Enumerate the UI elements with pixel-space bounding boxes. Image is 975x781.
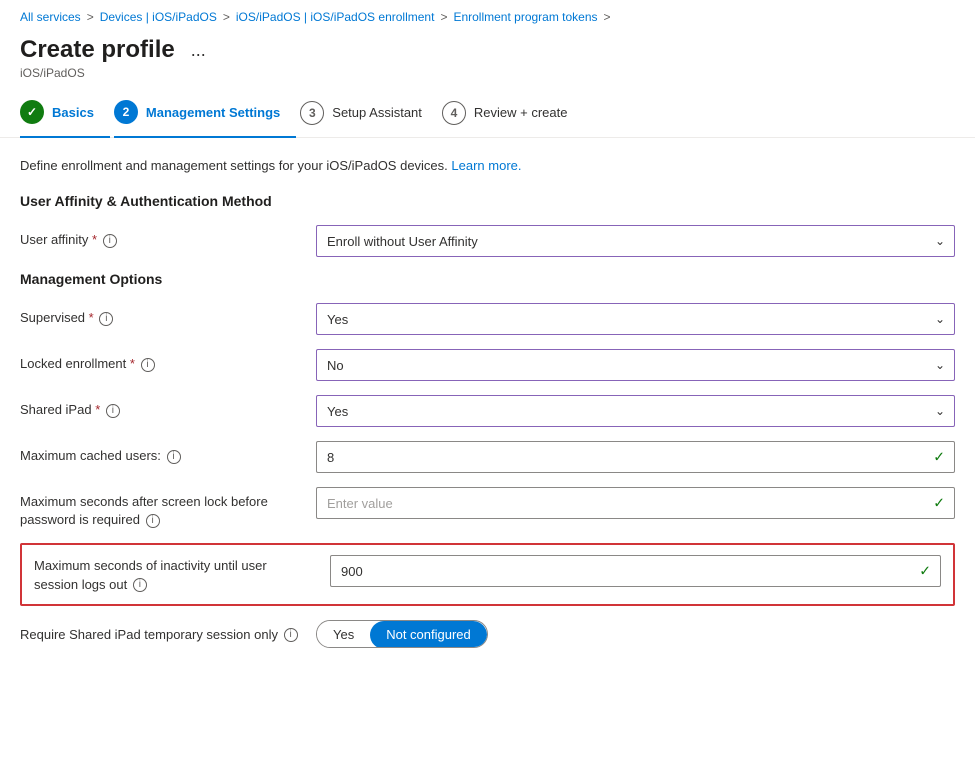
- max-cached-users-input-wrapper: ✓: [316, 441, 955, 473]
- shared-ipad-select-wrapper: Yes No ⌄: [316, 395, 955, 427]
- step-basics[interactable]: ✓ Basics: [20, 100, 110, 138]
- max-seconds-inactivity-input-wrapper: ✓: [330, 555, 941, 587]
- locked-enrollment-select[interactable]: No Yes: [316, 349, 955, 381]
- learn-more-link[interactable]: Learn more.: [451, 158, 521, 173]
- max-cached-users-input[interactable]: [316, 441, 955, 473]
- locked-enrollment-control: No Yes ⌄: [316, 349, 955, 381]
- require-shared-ipad-temp-label: Require Shared iPad temporary session on…: [20, 620, 300, 644]
- locked-enrollment-row: Locked enrollment * i No Yes ⌄: [20, 349, 955, 381]
- step-basics-label: Basics: [52, 105, 94, 120]
- user-affinity-control: Enroll without User Affinity Enroll with…: [316, 225, 955, 257]
- step-management-label: Management Settings: [146, 105, 280, 120]
- content-area: Define enrollment and management setting…: [0, 138, 975, 682]
- section2: Management Options Supervised * i Yes No…: [20, 271, 955, 648]
- max-seconds-screen-lock-check-icon: ✓: [933, 495, 945, 512]
- max-seconds-inactivity-row: Maximum seconds of inactivity until user…: [20, 543, 955, 605]
- max-seconds-screen-lock-info-icon[interactable]: i: [146, 514, 160, 528]
- max-seconds-inactivity-info-icon[interactable]: i: [133, 578, 147, 592]
- supervised-select-wrapper: Yes No ⌄: [316, 303, 955, 335]
- user-affinity-info-icon[interactable]: i: [103, 234, 117, 248]
- shared-ipad-control: Yes No ⌄: [316, 395, 955, 427]
- shared-ipad-select[interactable]: Yes No: [316, 395, 955, 427]
- wizard-steps: ✓ Basics 2 Management Settings 3 Setup A…: [0, 84, 975, 138]
- step-management-circle: 2: [114, 100, 138, 124]
- max-seconds-screen-lock-control: ✓: [316, 487, 955, 519]
- step-setup-label: Setup Assistant: [332, 105, 422, 120]
- user-affinity-required: *: [92, 232, 97, 247]
- require-shared-ipad-temp-control: Yes Not configured: [316, 620, 955, 648]
- description-text: Define enrollment and management setting…: [20, 158, 448, 173]
- max-seconds-inactivity-label: Maximum seconds of inactivity until user…: [34, 555, 314, 593]
- breadcrumb-devices-ios[interactable]: Devices | iOS/iPadOS: [100, 10, 217, 24]
- page-title: Create profile: [20, 36, 175, 64]
- ellipsis-button[interactable]: ...: [185, 38, 212, 63]
- page-subtitle: iOS/iPadOS: [20, 66, 955, 80]
- step-management-settings[interactable]: 2 Management Settings: [114, 100, 296, 138]
- step-setup-assistant[interactable]: 3 Setup Assistant: [300, 101, 438, 137]
- page-header: Create profile ... iOS/iPadOS: [0, 30, 975, 84]
- max-cached-users-check-icon: ✓: [933, 449, 945, 466]
- section2-heading: Management Options: [20, 271, 955, 287]
- toggle-not-configured-button[interactable]: Not configured: [370, 621, 487, 648]
- locked-enrollment-select-wrapper: No Yes ⌄: [316, 349, 955, 381]
- toggle-yes-button[interactable]: Yes: [317, 621, 370, 648]
- locked-enrollment-info-icon[interactable]: i: [141, 358, 155, 372]
- user-affinity-select[interactable]: Enroll without User Affinity Enroll with…: [316, 225, 955, 257]
- breadcrumb-enrollment-tokens[interactable]: Enrollment program tokens: [453, 10, 597, 24]
- supervised-info-icon[interactable]: i: [99, 312, 113, 326]
- supervised-control: Yes No ⌄: [316, 303, 955, 335]
- locked-enrollment-label: Locked enrollment * i: [20, 349, 300, 373]
- max-seconds-inactivity-check-icon: ✓: [919, 563, 931, 580]
- shared-ipad-label: Shared iPad * i: [20, 395, 300, 419]
- breadcrumb-sep-4: >: [604, 10, 611, 24]
- max-cached-users-info-icon[interactable]: i: [167, 450, 181, 464]
- shared-ipad-info-icon[interactable]: i: [106, 404, 120, 418]
- breadcrumb-sep-2: >: [223, 10, 230, 24]
- step-review-create[interactable]: 4 Review + create: [442, 101, 584, 137]
- section1-heading: User Affinity & Authentication Method: [20, 193, 955, 209]
- user-affinity-select-wrapper: Enroll without User Affinity Enroll with…: [316, 225, 955, 257]
- section-description: Define enrollment and management setting…: [20, 158, 955, 173]
- require-shared-ipad-temp-info-icon[interactable]: i: [284, 628, 298, 642]
- breadcrumb-ios-enrollment[interactable]: iOS/iPadOS | iOS/iPadOS enrollment: [236, 10, 435, 24]
- step-setup-circle: 3: [300, 101, 324, 125]
- user-affinity-label: User affinity * i: [20, 225, 300, 249]
- breadcrumb-all-services[interactable]: All services: [20, 10, 81, 24]
- max-seconds-screen-lock-input[interactable]: [316, 487, 955, 519]
- require-shared-ipad-temp-row: Require Shared iPad temporary session on…: [20, 620, 955, 648]
- user-affinity-row: User affinity * i Enroll without User Af…: [20, 225, 955, 257]
- supervised-label: Supervised * i: [20, 303, 300, 327]
- step-review-label: Review + create: [474, 105, 568, 120]
- breadcrumb-sep-3: >: [440, 10, 447, 24]
- max-seconds-screen-lock-input-wrapper: ✓: [316, 487, 955, 519]
- max-seconds-screen-lock-label: Maximum seconds after screen lock before…: [20, 487, 300, 529]
- breadcrumb: All services > Devices | iOS/iPadOS > iO…: [0, 0, 975, 30]
- require-shared-ipad-temp-toggle: Yes Not configured: [316, 620, 488, 648]
- max-cached-users-control: ✓: [316, 441, 955, 473]
- max-seconds-inactivity-control: ✓: [330, 555, 941, 587]
- supervised-row: Supervised * i Yes No ⌄: [20, 303, 955, 335]
- breadcrumb-sep-1: >: [87, 10, 94, 24]
- max-seconds-screen-lock-row: Maximum seconds after screen lock before…: [20, 487, 955, 529]
- shared-ipad-row: Shared iPad * i Yes No ⌄: [20, 395, 955, 427]
- max-cached-users-label: Maximum cached users: i: [20, 441, 300, 465]
- step-review-circle: 4: [442, 101, 466, 125]
- supervised-select[interactable]: Yes No: [316, 303, 955, 335]
- step-basics-circle: ✓: [20, 100, 44, 124]
- max-cached-users-row: Maximum cached users: i ✓: [20, 441, 955, 473]
- max-seconds-inactivity-input[interactable]: [330, 555, 941, 587]
